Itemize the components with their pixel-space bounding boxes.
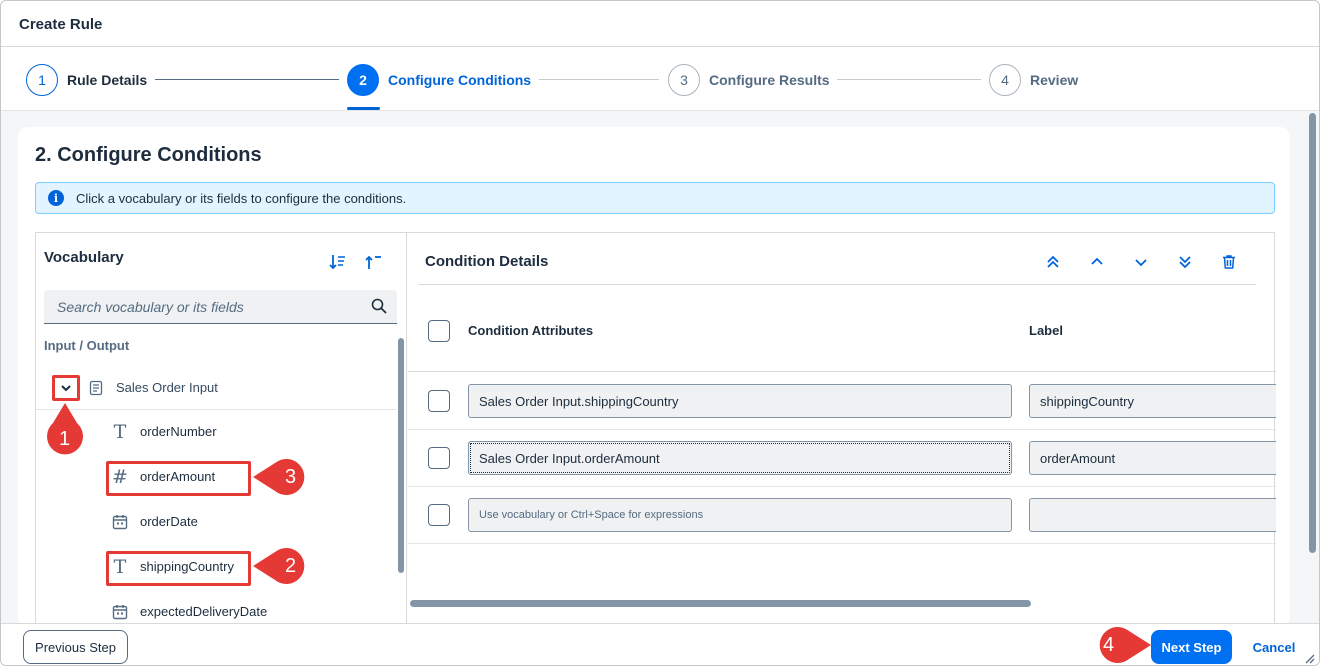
dialog-title: Create Rule [19, 16, 103, 33]
callout-marker-4 [1099, 627, 1151, 663]
sort-descending-icon[interactable] [329, 253, 347, 275]
vocabulary-scrollbar[interactable] [398, 338, 404, 573]
wizard-step-configure-conditions[interactable]: 2 Configure Conditions [347, 64, 531, 96]
search-placeholder: Search vocabulary or its fields [57, 298, 244, 315]
active-step-indicator [347, 107, 380, 110]
field-label: expectedDeliveryDate [140, 604, 268, 619]
text-type-icon: T [113, 421, 127, 443]
condition-label-input[interactable]: orderAmount [1029, 441, 1276, 475]
move-to-top-icon[interactable] [1043, 252, 1063, 272]
table-row: Sales Order Input.shippingCountry shippi… [408, 373, 1276, 430]
delete-icon[interactable] [1219, 252, 1239, 272]
callout-number: 1 [59, 428, 71, 450]
table-row: Sales Order Input.orderAmount orderAmoun… [408, 430, 1276, 487]
step-label: Configure Results [709, 72, 830, 88]
condition-attribute-input[interactable]: Sales Order Input.shippingCountry [468, 384, 1012, 418]
configure-conditions-card: 2. Configure Conditions i Click a vocabu… [18, 127, 1290, 633]
select-all-checkbox[interactable] [428, 320, 450, 342]
expand-toggle[interactable] [52, 375, 80, 401]
row-checkbox[interactable] [428, 390, 450, 412]
dialog-header: Create Rule [1, 1, 1319, 47]
vocabulary-search-input[interactable]: Search vocabulary or its fields [44, 290, 397, 324]
cancel-button[interactable]: Cancel [1245, 630, 1303, 664]
vocab-field-orderdate[interactable]: orderDate [36, 500, 396, 545]
condition-attribute-input[interactable]: Use vocabulary or Ctrl+Space for express… [468, 498, 1012, 532]
vocabulary-title: Vocabulary [44, 249, 124, 266]
vocab-field-ordernumber[interactable]: T orderNumber [36, 410, 396, 455]
conditions-panel: Vocabulary Search vocabulary or its fiel… [35, 232, 1276, 633]
previous-step-button[interactable]: Previous Step [23, 630, 128, 664]
wizard-step-configure-results[interactable]: 3 Configure Results [668, 64, 830, 96]
step-connector [155, 79, 339, 80]
step-number: 3 [668, 64, 700, 96]
vocabulary-pane: Vocabulary Search vocabulary or its fiel… [36, 233, 407, 633]
wizard-progress-bar: 1 Rule Details 2 Configure Conditions 3 … [1, 47, 1319, 111]
condition-details-title: Condition Details [425, 253, 549, 270]
step-label: Rule Details [67, 72, 148, 88]
conditions-table-header: Condition Attributes Label [408, 285, 1276, 372]
callout-number: 3 [285, 466, 297, 488]
create-rule-dialog: Create Rule 1 Rule Details 2 Configure C… [0, 0, 1320, 666]
step-label: Review [1030, 72, 1079, 88]
tree-item-sales-order-input[interactable]: Sales Order Input [36, 368, 396, 410]
step-number: 4 [989, 64, 1021, 96]
info-message-text: Click a vocabulary or its fields to conf… [76, 190, 407, 206]
info-message-strip: i Click a vocabulary or its fields to co… [35, 182, 1275, 214]
dialog-content: 2. Configure Conditions i Click a vocabu… [1, 111, 1319, 633]
field-label: orderNumber [140, 424, 217, 439]
step-number: 1 [26, 64, 58, 96]
input-output-group-label: Input / Output [44, 338, 130, 353]
wizard-step-review[interactable]: 4 Review [989, 64, 1078, 96]
step-connector [539, 79, 659, 80]
highlight-box-shippingcountry [106, 551, 251, 586]
callout-number: 2 [285, 555, 297, 577]
info-icon: i [48, 190, 64, 206]
next-step-button[interactable]: Next Step [1151, 630, 1232, 664]
collapse-all-icon[interactable] [364, 253, 382, 275]
highlight-box-orderamount [106, 461, 251, 496]
move-down-icon[interactable] [1131, 252, 1151, 272]
move-to-bottom-icon[interactable] [1175, 252, 1195, 272]
calendar-icon [110, 512, 130, 532]
tree-item-label: Sales Order Input [116, 380, 218, 395]
page-title: 2. Configure Conditions [35, 144, 262, 166]
column-header-label: Label [1029, 323, 1063, 338]
column-header-condition-attributes: Condition Attributes [468, 323, 594, 338]
calendar-icon [110, 602, 130, 622]
search-icon[interactable] [371, 298, 387, 314]
structure-icon [89, 380, 103, 396]
horizontal-scrollbar[interactable] [410, 600, 1031, 607]
field-label: orderDate [140, 514, 198, 529]
row-checkbox[interactable] [428, 504, 450, 526]
condition-details-pane: Condition Details Condition Attributes L… [408, 233, 1276, 633]
chevron-down-icon [61, 385, 71, 392]
step-connector [837, 79, 981, 80]
table-row: Use vocabulary or Ctrl+Space for express… [408, 487, 1276, 544]
move-up-icon[interactable] [1087, 252, 1107, 272]
step-label: Configure Conditions [388, 72, 532, 88]
row-checkbox[interactable] [428, 447, 450, 469]
condition-label-input[interactable]: shippingCountry [1029, 384, 1276, 418]
dialog-scrollbar[interactable] [1309, 113, 1316, 553]
callout-number: 4 [1103, 634, 1115, 656]
condition-attribute-input[interactable]: Sales Order Input.orderAmount [468, 441, 1012, 475]
wizard-step-rule-details[interactable]: 1 Rule Details [26, 64, 147, 96]
resize-handle-icon[interactable] [1303, 652, 1315, 664]
condition-label-input[interactable] [1029, 498, 1276, 532]
step-number: 2 [347, 64, 379, 96]
